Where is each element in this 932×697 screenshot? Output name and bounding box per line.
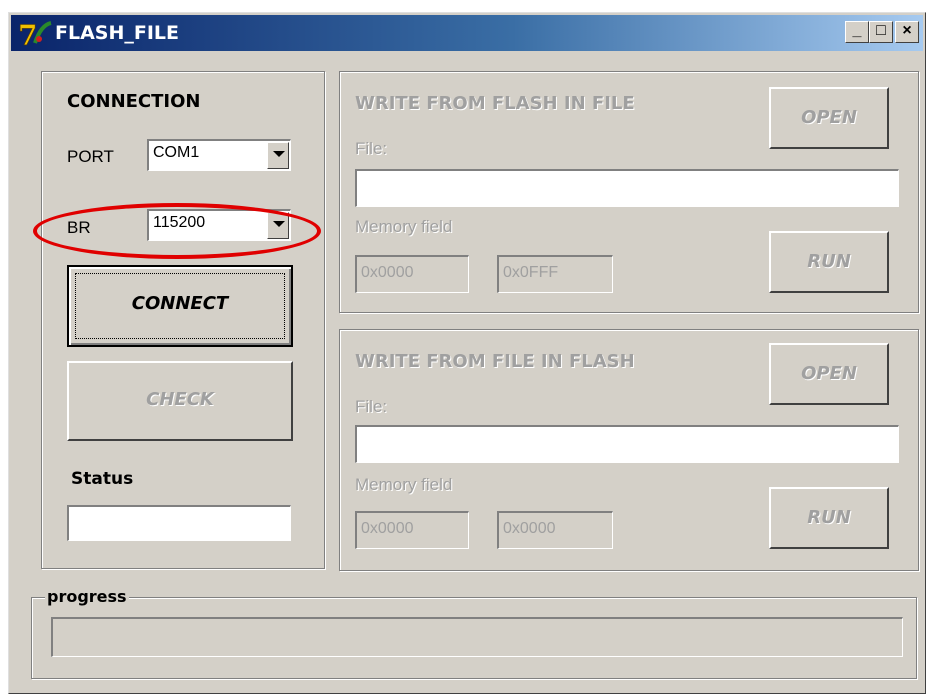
file-to-flash-file-input[interactable] [355,425,899,463]
flash-to-file-heading: WRITE FROM FLASH IN FILE [355,93,635,114]
flash-to-file-run-label: RUN [807,251,851,272]
status-field [67,505,291,541]
flash-to-file-run-button[interactable]: RUN [769,231,889,293]
port-select[interactable]: COM1 [147,139,291,171]
flash-file-window: 7 FLASH_FILE _ □ × CONNECTION PORT COM1 … [8,12,926,694]
maximize-button[interactable]: □ [869,21,893,43]
file-to-flash-open-button[interactable]: OPEN [769,343,889,405]
close-button[interactable]: × [895,21,919,43]
flash-to-file-mem-end-value: 0x0FFF [503,264,559,281]
port-dropdown-icon[interactable] [267,142,289,169]
minimize-button[interactable]: _ [845,21,869,43]
progress-label: progress [45,587,129,606]
highlight-oval [33,203,321,259]
app-logo-icon: 7 [18,19,52,49]
file-to-flash-mem-start-value: 0x0000 [361,520,414,537]
file-to-flash-file-label: File: [355,397,388,416]
flash-to-file-file-label: File: [355,139,388,158]
progress-bar [51,617,903,657]
file-to-flash-mem-end-value: 0x0000 [503,520,556,537]
file-to-flash-memory-label: Memory field [355,475,453,494]
file-to-flash-mem-start[interactable]: 0x0000 [355,511,469,549]
status-label: Status [71,469,134,489]
file-to-flash-heading: WRITE FROM FILE IN FLASH [355,351,635,372]
file-to-flash-open-label: OPEN [801,363,857,384]
check-button[interactable]: CHECK [67,361,293,441]
file-to-flash-run-label: RUN [807,507,851,528]
flash-to-file-file-input[interactable] [355,169,899,207]
connect-button[interactable]: CONNECT [67,265,293,347]
file-to-flash-run-button[interactable]: RUN [769,487,889,549]
connect-focus-rect [75,273,285,339]
flash-to-file-memory-label: Memory field [355,217,453,236]
window-title: FLASH_FILE [55,22,180,44]
connection-heading: CONNECTION [67,91,201,112]
check-label: CHECK [146,389,214,410]
svg-text:7: 7 [18,19,37,49]
flash-to-file-mem-start[interactable]: 0x0000 [355,255,469,293]
port-value: COM1 [153,144,200,161]
flash-to-file-open-button[interactable]: OPEN [769,87,889,149]
flash-to-file-open-label: OPEN [801,107,857,128]
flash-to-file-mem-end[interactable]: 0x0FFF [497,255,613,293]
title-bar[interactable]: 7 FLASH_FILE _ □ × [11,15,923,51]
port-label: PORT [67,147,114,166]
flash-to-file-mem-start-value: 0x0000 [361,264,414,281]
file-to-flash-mem-end[interactable]: 0x0000 [497,511,613,549]
